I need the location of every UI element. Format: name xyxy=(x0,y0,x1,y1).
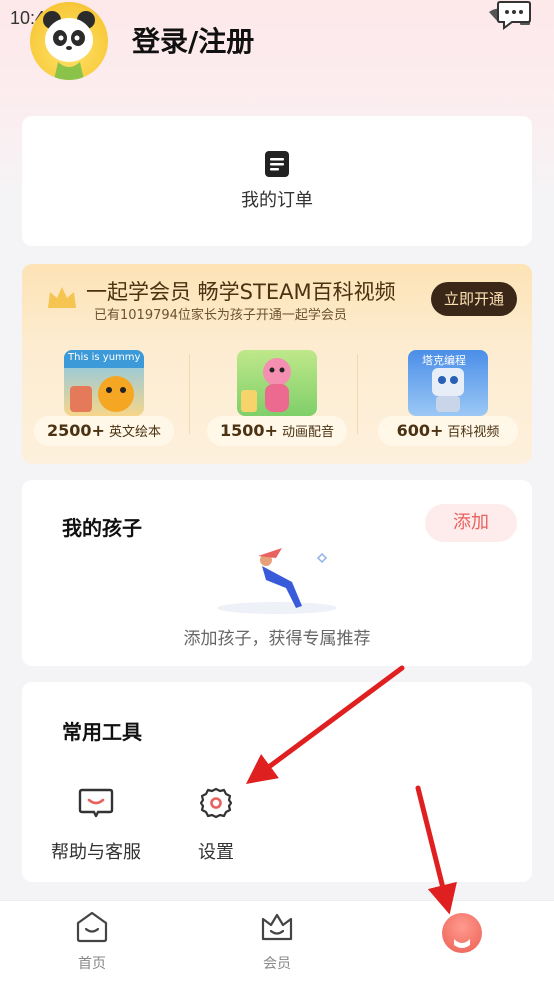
gear-icon xyxy=(199,787,233,819)
vip-subtitle: 已有1019794位家长为孩子开通一起学会员 xyxy=(94,308,347,323)
picture-book-thumb-text: This is yummy xyxy=(68,352,141,363)
encyclopedia-thumb-text: 塔克编程 xyxy=(422,354,466,367)
crown-icon xyxy=(261,913,293,941)
vip-item-dubbing[interactable]: 1500+ 动画配音 xyxy=(207,350,347,448)
message-icon[interactable] xyxy=(496,0,532,30)
nav-vip[interactable]: 会员 xyxy=(217,901,337,984)
vip-pill: 600+ 百科视频 xyxy=(378,416,518,446)
tool-help-service[interactable]: 帮助与客服 xyxy=(36,786,156,866)
my-orders-card[interactable]: 我的订单 xyxy=(22,116,532,246)
vip-divider xyxy=(357,354,358,434)
tool-settings-label: 设置 xyxy=(198,842,234,863)
vip-title: 一起学会员 畅学STEAM百科视频 xyxy=(86,280,396,304)
vip-item-count: 2500+ xyxy=(47,421,105,440)
empty-kids-illustration xyxy=(217,548,337,614)
picture-book-thumbnail: This is yummy xyxy=(64,350,144,416)
vip-item-encyclopedia[interactable]: 塔克编程 600+ 百科视频 xyxy=(378,350,518,448)
common-tools-title: 常用工具 xyxy=(62,720,142,744)
vip-divider xyxy=(189,354,190,434)
vip-item-count: 1500+ xyxy=(220,421,278,440)
add-kid-button[interactable]: 添加 xyxy=(425,504,517,542)
tool-settings[interactable]: 设置 xyxy=(156,786,276,866)
home-icon xyxy=(76,911,108,943)
vip-item-label: 百科视频 xyxy=(447,425,500,440)
crown-icon xyxy=(48,287,76,308)
vip-pill: 2500+ 英文绘本 xyxy=(34,416,174,446)
vip-pill: 1500+ 动画配音 xyxy=(207,416,347,446)
my-kids-title: 我的孩子 xyxy=(62,516,142,540)
login-register-link[interactable]: 登录/注册 xyxy=(132,20,254,60)
tool-help-label: 帮助与客服 xyxy=(51,842,141,863)
open-vip-button[interactable]: 立即开通 xyxy=(431,282,517,316)
mine-icon xyxy=(442,913,482,953)
my-kids-card: 我的孩子 添加 添加孩子，获得专属推荐 xyxy=(22,480,532,666)
common-tools-card: 常用工具 帮助与客服 设置 xyxy=(22,682,532,882)
dubbing-thumbnail xyxy=(237,350,317,416)
bottom-nav: 首页 会员 xyxy=(0,900,554,984)
nav-mine[interactable] xyxy=(402,901,522,984)
vip-item-label: 英文绘本 xyxy=(108,425,161,440)
panda-avatar-icon xyxy=(43,11,95,80)
chat-help-icon xyxy=(78,788,114,818)
nav-home[interactable]: 首页 xyxy=(32,901,152,984)
vip-item-count: 600+ xyxy=(396,421,444,440)
nav-vip-label: 会员 xyxy=(263,956,291,972)
cartoon-character-icon xyxy=(241,358,291,412)
nav-home-label: 首页 xyxy=(78,956,106,972)
vip-item-picture-books[interactable]: This is yummy 2500+ 英文绘本 xyxy=(34,350,174,448)
vip-banner[interactable]: 一起学会员 畅学STEAM百科视频 已有1019794位家长为孩子开通一起学会员… xyxy=(22,264,532,464)
add-kid-hint: 添加孩子，获得专属推荐 xyxy=(183,629,371,649)
mine-face-icon xyxy=(454,939,470,948)
encyclopedia-thumbnail: 塔克编程 xyxy=(408,350,488,416)
my-orders-label: 我的订单 xyxy=(241,190,313,211)
order-list-icon xyxy=(265,151,289,177)
vip-item-label: 动画配音 xyxy=(281,425,334,440)
avatar[interactable] xyxy=(30,2,108,80)
